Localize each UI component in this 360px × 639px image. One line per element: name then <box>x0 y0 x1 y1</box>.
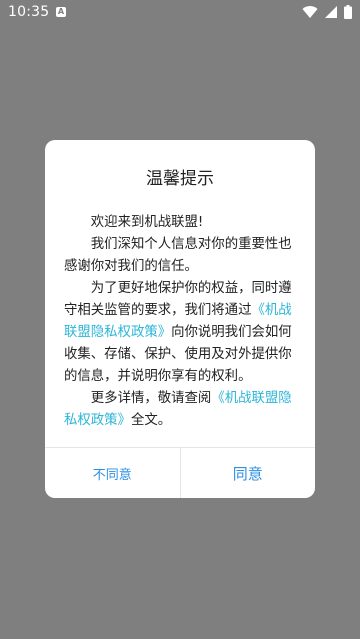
welcome-paragraph: 欢迎来到机战联盟! <box>90 215 204 230</box>
status-icons <box>302 5 352 19</box>
dialog-title: 温馨提示 <box>146 169 214 189</box>
status-bar: 10:35 A <box>0 0 360 26</box>
trust-paragraph: 我们深知个人信息对你的重要性也感谢你对我们的信任。 <box>64 237 292 274</box>
notification-icon: A <box>56 7 66 17</box>
privacy-paragraph: 为了更好地保护你的权益，同时遵守相关监管的要求，我们将通过《机战联盟隐私权政策》… <box>64 278 300 388</box>
signal-icon <box>325 6 337 18</box>
dialog-body: 欢迎来到机战联盟! 我们深知个人信息对你的重要性也感谢你对我们的信任。 为了更好… <box>64 212 300 432</box>
status-time: 10:35 <box>8 4 50 20</box>
details-text-before-link: 更多详情，敬请查阅 <box>90 391 212 406</box>
details-paragraph: 更多详情，敬请查阅《机战联盟隐私权政策》全文。 <box>64 388 300 432</box>
details-text-after-link: 全文。 <box>130 413 172 428</box>
privacy-dialog: 温馨提示 欢迎来到机战联盟! 我们深知个人信息对你的重要性也感谢你对我们的信任。… <box>45 140 315 498</box>
dialog-button-bar: 不同意 同意 <box>45 447 315 498</box>
battery-icon <box>344 5 352 19</box>
agree-button[interactable]: 同意 <box>181 448 316 498</box>
disagree-button[interactable]: 不同意 <box>45 448 181 498</box>
wifi-icon <box>302 6 318 19</box>
